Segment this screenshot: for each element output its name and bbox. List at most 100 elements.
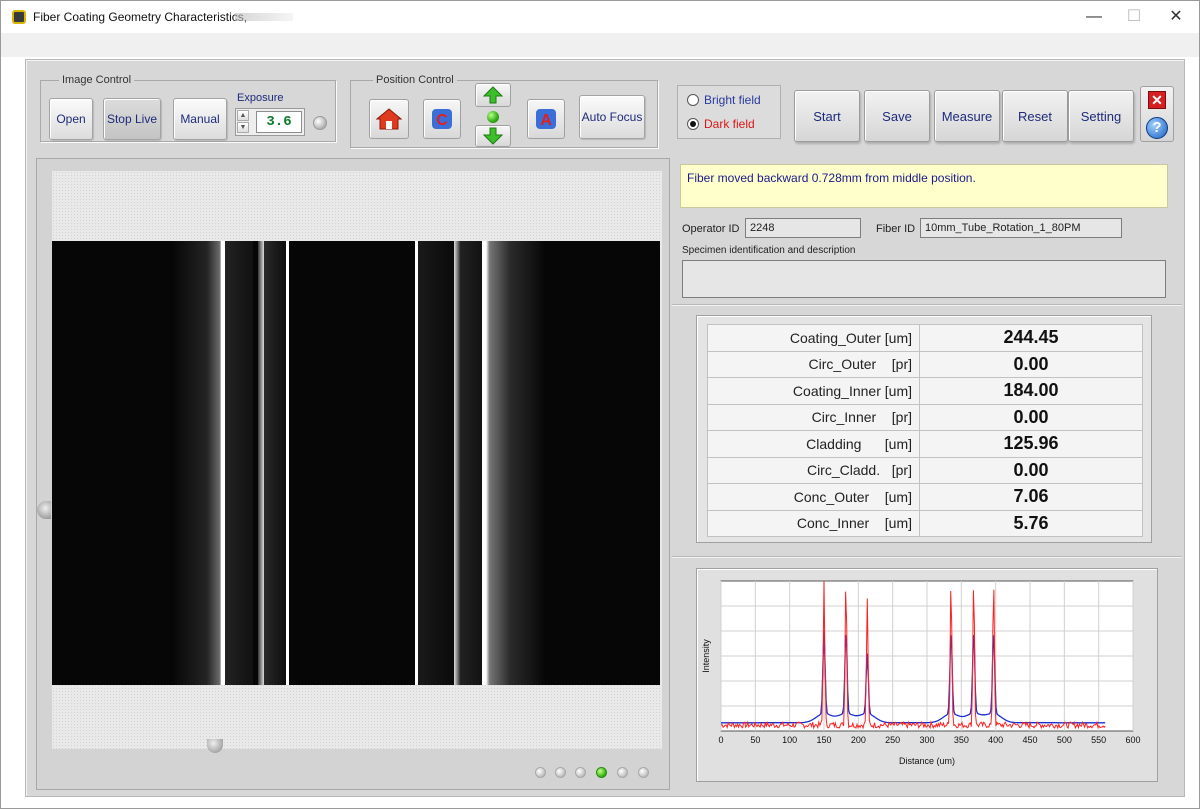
specimen-label: Specimen identification and description: [682, 245, 856, 256]
result-label: Circ_Cladd. [pr]: [707, 456, 920, 484]
result-label: Cladding [um]: [707, 430, 920, 458]
page-dot-6[interactable]: [638, 767, 649, 778]
auto-align-button[interactable]: A: [527, 99, 565, 139]
operator-id-field[interactable]: 2248: [745, 218, 861, 238]
position-control-label: Position Control: [373, 74, 457, 86]
results-table-frame: Coating_Outer [um] 244.45 Circ_Outer [pr]…: [696, 315, 1152, 543]
table-row: Conc_Outer [um] 7.06: [707, 483, 1143, 511]
bright-field-radio[interactable]: [687, 94, 699, 106]
fiber-id-label: Fiber ID: [876, 223, 916, 235]
camera-view: [52, 171, 662, 749]
result-label: Coating_Inner [um]: [707, 377, 920, 405]
close-window-icon[interactable]: ✕: [1163, 7, 1189, 27]
exposure-spinner[interactable]: ▲ ▼ 3.6: [235, 108, 305, 136]
x-tick-label: 550: [1091, 735, 1106, 745]
x-tick-label: 300: [919, 735, 934, 745]
x-tick-label: 250: [885, 735, 900, 745]
intensity-chart-frame: 0 50 100 150 200 250 300 350 400 450 500 550 600 Dist…: [696, 568, 1158, 782]
x-tick-label: 600: [1125, 735, 1140, 745]
svg-text:A: A: [540, 112, 552, 129]
table-row: Conc_Inner [um] 5.76: [707, 509, 1143, 537]
table-row: Coating_Inner [um] 184.00: [707, 377, 1143, 405]
arrow-down-icon: [483, 127, 503, 145]
stop-live-button[interactable]: Stop Live: [103, 98, 161, 140]
image-control-group: Image Control Open Stop Live Manual Expo…: [40, 74, 336, 142]
rotate-button[interactable]: C: [423, 99, 461, 139]
exposure-led-indicator: [313, 116, 327, 130]
result-value: 125.96: [919, 430, 1143, 458]
move-up-button[interactable]: [475, 83, 511, 107]
results-panel: Fiber moved backward 0.728mm from middle…: [672, 158, 1182, 790]
result-value: 5.76: [919, 509, 1143, 537]
home-button[interactable]: [369, 99, 409, 139]
specimen-description-field[interactable]: [682, 260, 1166, 298]
status-message: Fiber moved backward 0.728mm from middle…: [680, 164, 1168, 208]
title-redacted-text: [235, 13, 293, 21]
result-label: Circ_Inner [pr]: [707, 403, 920, 431]
x-tick-label: 0: [718, 735, 723, 745]
result-label: Conc_Outer [um]: [707, 483, 920, 511]
page-dot-3[interactable]: [575, 767, 586, 778]
x-axis-label: Distance (um): [899, 756, 955, 766]
maximize-icon[interactable]: ☐: [1121, 7, 1147, 27]
result-label: Coating_Outer [um]: [707, 324, 920, 352]
vertical-scroll-thumb[interactable]: [37, 501, 51, 519]
results-table: Coating_Outer [um] 244.45 Circ_Outer [pr]…: [707, 324, 1143, 537]
x-tick-label: 50: [750, 735, 760, 745]
window-title: Fiber Coating Geometry Characteristics,: [33, 10, 248, 24]
result-value: 7.06: [919, 483, 1143, 511]
page-dot-4-active[interactable]: [596, 767, 607, 778]
manual-button[interactable]: Manual: [173, 98, 227, 140]
result-value: 184.00: [919, 377, 1143, 405]
operator-id-label: Operator ID: [682, 223, 740, 235]
app-logo-icon: [12, 10, 26, 24]
c-icon: C: [432, 109, 452, 129]
page-dot-1[interactable]: [535, 767, 546, 778]
exposure-label: Exposure: [237, 92, 284, 104]
menu-strip: [1, 33, 1199, 57]
arrow-up-icon: [483, 86, 503, 104]
fiber-id-field[interactable]: 10mm_Tube_Rotation_1_80PM: [920, 218, 1122, 238]
save-button[interactable]: Save: [864, 90, 930, 142]
divider: [672, 304, 1182, 305]
x-tick-label: 200: [851, 735, 866, 745]
intensity-chart: 0 50 100 150 200 250 300 350 400 450 500 550 600 Dist…: [701, 580, 1141, 766]
auto-focus-button[interactable]: Auto Focus: [579, 95, 645, 139]
spin-down-icon[interactable]: ▼: [237, 122, 249, 133]
position-center-led: [487, 111, 499, 123]
measure-button[interactable]: Measure: [934, 90, 1000, 142]
exposure-value[interactable]: 3.6: [256, 111, 302, 133]
spin-up-icon[interactable]: ▲: [237, 110, 249, 121]
help-icon[interactable]: ?: [1146, 117, 1168, 139]
field-mode-group: Bright field Dark field: [677, 85, 781, 139]
main-panel: Image Control Open Stop Live Manual Expo…: [25, 59, 1185, 797]
table-row: Cladding [um] 125.96: [707, 430, 1143, 458]
x-tick-label: 100: [782, 735, 797, 745]
minimize-icon[interactable]: —: [1081, 7, 1107, 27]
exit-icon[interactable]: ✕: [1148, 91, 1166, 109]
x-tick-label: 500: [1057, 735, 1072, 745]
start-button[interactable]: Start: [794, 90, 860, 142]
dark-field-radio[interactable]: [687, 118, 699, 130]
home-icon: [376, 108, 402, 130]
horizontal-scroll-thumb[interactable]: [207, 739, 223, 753]
svg-text:C: C: [436, 112, 448, 129]
x-tick-label: 150: [816, 735, 831, 745]
reset-button[interactable]: Reset: [1002, 90, 1068, 142]
table-row: Circ_Inner [pr] 0.00: [707, 403, 1143, 431]
page-dot-5[interactable]: [617, 767, 628, 778]
camera-image-panel: [36, 158, 670, 790]
table-row: Circ_Outer [pr] 0.00: [707, 350, 1143, 378]
move-down-button[interactable]: [475, 125, 511, 147]
open-button[interactable]: Open: [49, 98, 93, 140]
table-row: Circ_Cladd. [pr] 0.00: [707, 456, 1143, 484]
dark-field-label[interactable]: Dark field: [704, 117, 755, 131]
setting-button[interactable]: Setting: [1068, 90, 1134, 142]
fiber-image: [52, 241, 660, 685]
result-label: Circ_Outer [pr]: [707, 350, 920, 378]
result-value: 244.45: [919, 324, 1143, 352]
title-bar: Fiber Coating Geometry Characteristics, …: [1, 1, 1199, 33]
page-dot-2[interactable]: [555, 767, 566, 778]
result-value: 0.00: [919, 403, 1143, 431]
bright-field-label[interactable]: Bright field: [704, 93, 761, 107]
